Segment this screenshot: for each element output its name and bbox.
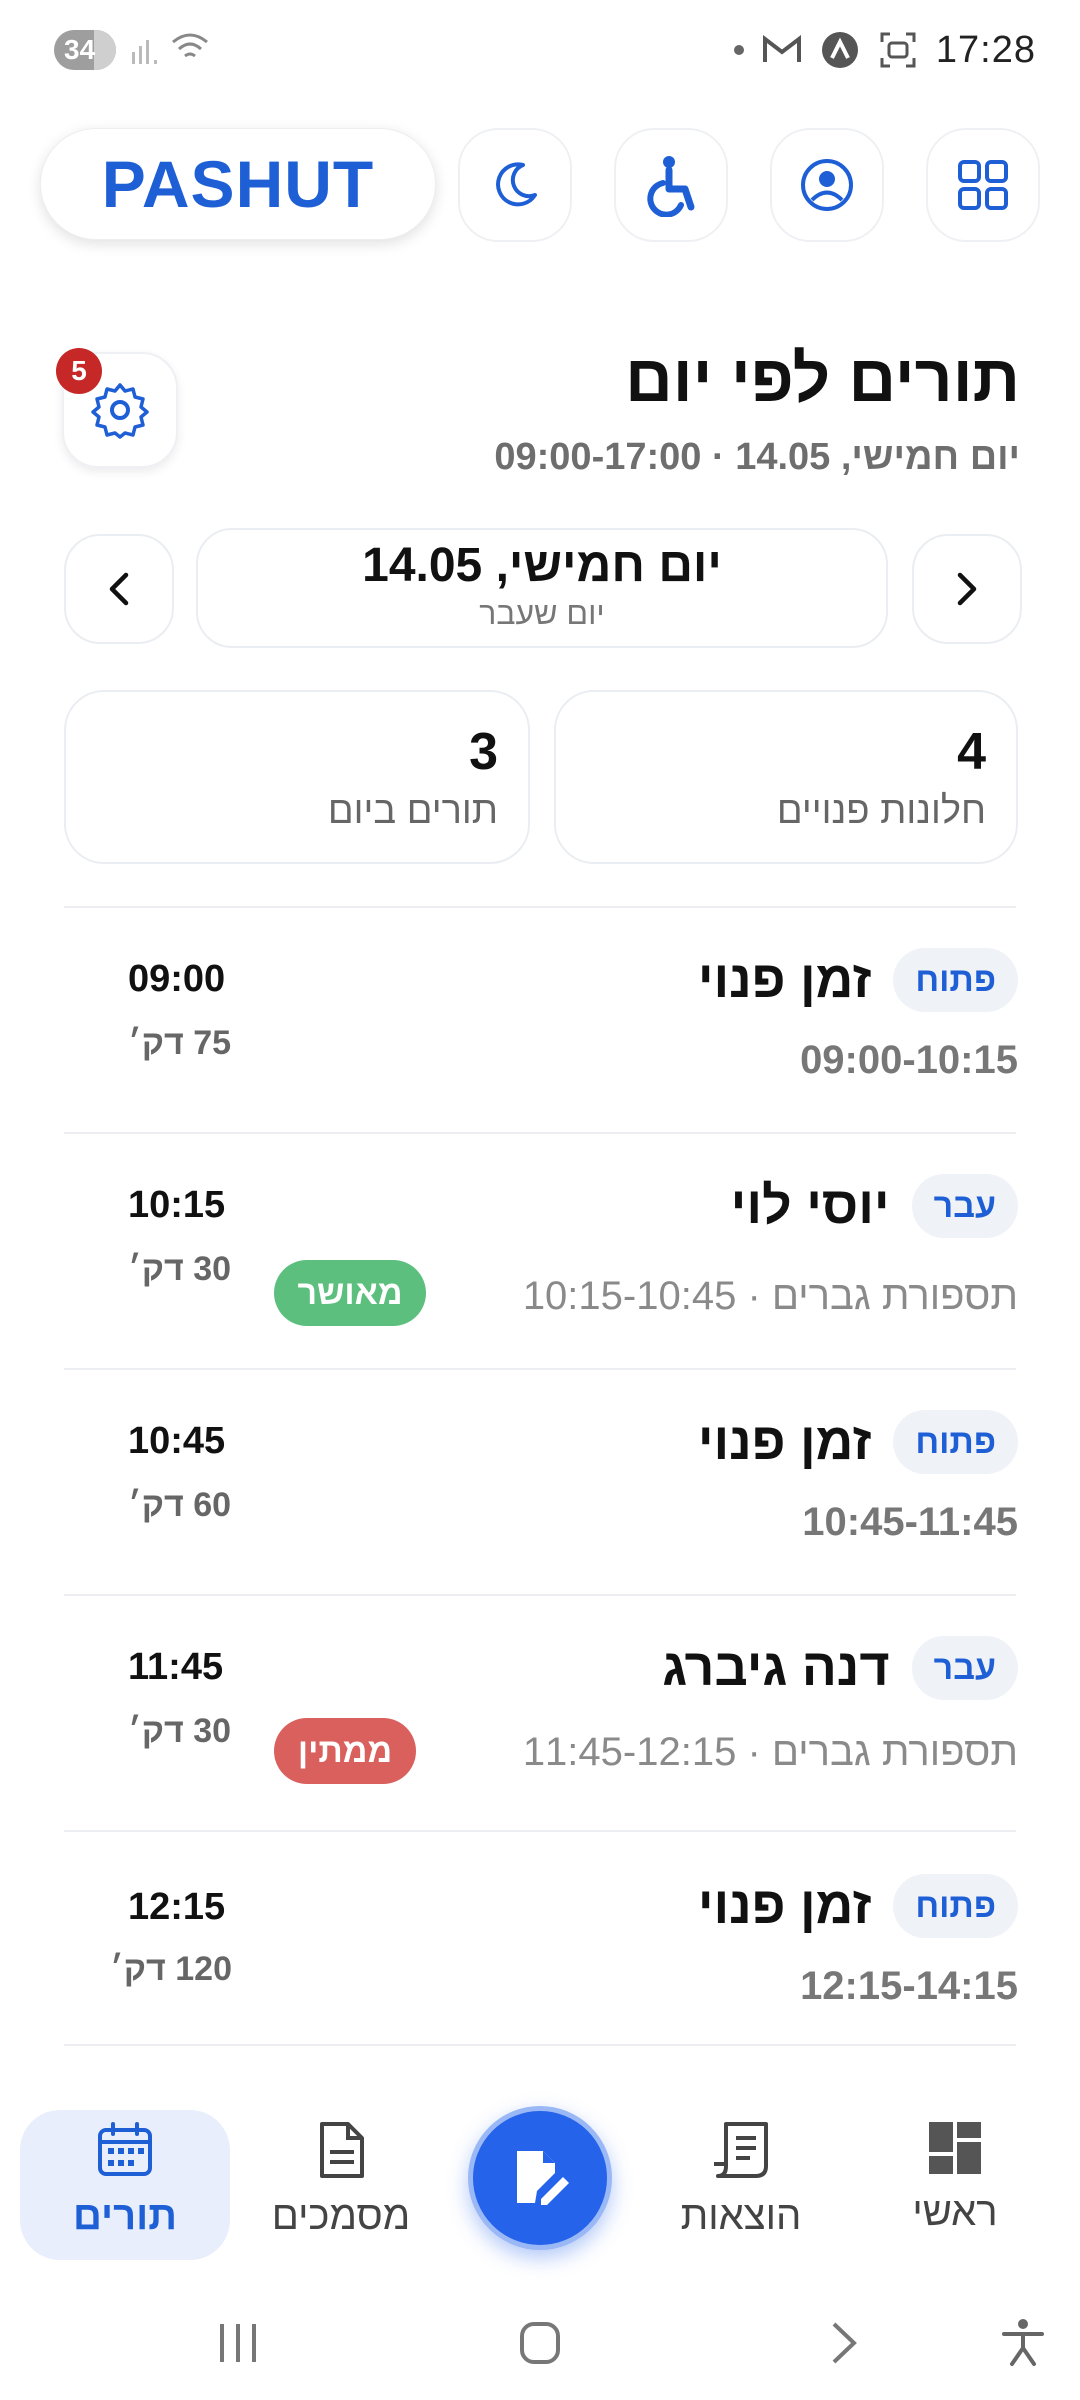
settings-notification-badge: 5 bbox=[56, 348, 102, 394]
slot-time-range: 12:15-14:15 bbox=[800, 1964, 1018, 2008]
stat-value: 4 bbox=[957, 723, 986, 781]
screenshot-icon bbox=[880, 32, 916, 68]
prev-day-button[interactable] bbox=[64, 534, 174, 644]
slot-start-time: 10:15 bbox=[128, 1184, 226, 1226]
page-title: תורים לפי יום bbox=[625, 341, 1020, 415]
grid-icon bbox=[958, 160, 1008, 210]
nav-label: תורים bbox=[73, 2194, 177, 2238]
gear-icon bbox=[91, 383, 149, 439]
nav-appointments[interactable]: תורים bbox=[20, 2110, 230, 2260]
status-badge-approved: מאושר bbox=[274, 1260, 426, 1326]
apps-grid-button[interactable] bbox=[926, 128, 1040, 242]
edit-document-icon bbox=[517, 2151, 569, 2205]
status-badge-pending: ממתין bbox=[274, 1718, 416, 1784]
nav-expenses[interactable]: הוצאות bbox=[636, 2110, 846, 2260]
slot-chip: פתוח bbox=[893, 1410, 1018, 1474]
stat-label: תורים ביום bbox=[327, 790, 498, 832]
back-icon[interactable] bbox=[826, 2318, 862, 2368]
clock: 17:28 bbox=[935, 28, 1036, 71]
date-selector[interactable]: יום חמישי, 14.05 יום שעבר bbox=[196, 528, 888, 648]
slot-row[interactable]: פתוח זמן פנוי 12:15-14:15 12:15 120 דק׳ bbox=[0, 1832, 1080, 2044]
slot-duration: 75 דק׳ bbox=[128, 1024, 232, 1062]
slot-time-range: 10:45-11:45 bbox=[802, 1500, 1018, 1544]
recent-apps-icon[interactable] bbox=[216, 2318, 260, 2368]
moon-icon bbox=[496, 162, 537, 207]
nav-documents[interactable]: מסמכים bbox=[236, 2110, 446, 2260]
slot-duration: 120 דק׳ bbox=[110, 1950, 232, 1988]
slot-start-time: 10:45 bbox=[128, 1420, 226, 1462]
selected-date: יום חמישי, 14.05 bbox=[362, 539, 722, 592]
stat-card-appointments: 3 תורים ביום bbox=[64, 690, 530, 864]
signal-icon bbox=[132, 40, 157, 64]
calendar-icon bbox=[98, 2122, 152, 2176]
slot-row[interactable]: פתוח זמן פנוי 09:00-10:15 09:00 75 דק׳ bbox=[0, 908, 1080, 1132]
slot-row[interactable]: עבר דנה גיברג תספורת גברים · 11:45-12:15… bbox=[0, 1596, 1080, 1830]
stat-value: 3 bbox=[469, 723, 498, 781]
slot-start-time: 11:45 bbox=[128, 1646, 224, 1688]
receipt-icon bbox=[714, 2122, 768, 2178]
logo-text: PASHUT bbox=[101, 147, 375, 221]
next-day-button[interactable] bbox=[912, 534, 1022, 644]
new-document-fab[interactable] bbox=[468, 2106, 612, 2250]
slot-start-time: 12:15 bbox=[128, 1886, 226, 1928]
battery-badge: 34 bbox=[54, 30, 116, 70]
nav-label: ראשי bbox=[912, 2190, 998, 2234]
dashboard-icon bbox=[929, 2122, 981, 2174]
nav-label: מסמכים bbox=[271, 2194, 411, 2238]
slot-title: יוסי לוי bbox=[730, 1177, 890, 1235]
wifi-icon bbox=[172, 33, 208, 58]
slot-duration: 30 דק׳ bbox=[128, 1250, 232, 1288]
notification-dot-icon bbox=[733, 45, 744, 55]
gmail-icon bbox=[762, 35, 801, 62]
stat-label: חלונות פנויים bbox=[776, 790, 986, 832]
slot-title: זמן פנוי bbox=[697, 1877, 872, 1935]
slot-title: דנה גיברג bbox=[662, 1639, 890, 1697]
date-relative-label: יום שעבר bbox=[479, 595, 605, 631]
slot-service-time: תספורת גברים · 11:45-12:15 bbox=[522, 1730, 1018, 1774]
profile-icon bbox=[801, 159, 853, 211]
accessibility-shortcut-icon[interactable] bbox=[1000, 2318, 1046, 2368]
slot-duration: 30 דק׳ bbox=[128, 1712, 232, 1750]
slot-time-range: 09:00-10:15 bbox=[800, 1038, 1018, 1082]
dark-mode-button[interactable] bbox=[458, 128, 572, 242]
nav-home[interactable]: ראשי bbox=[850, 2110, 1060, 2260]
accessibility-button[interactable] bbox=[614, 128, 728, 242]
slot-service-time: תספורת גברים · 10:15-10:45 bbox=[522, 1274, 1018, 1318]
document-icon bbox=[320, 2122, 364, 2178]
slot-chip: עבר bbox=[911, 1174, 1018, 1238]
chevron-left-icon bbox=[109, 572, 129, 606]
stat-card-free-slots: 4 חלונות פנויים bbox=[554, 690, 1018, 864]
page-subtitle: יום חמישי, 14.05 · 09:00-17:00 bbox=[494, 436, 1020, 478]
slot-title: זמן פנוי bbox=[697, 1413, 872, 1471]
system-nav-bar bbox=[0, 2290, 1080, 2400]
accessibility-icon bbox=[647, 156, 695, 217]
slot-title: זמן פנוי bbox=[697, 951, 872, 1009]
slot-chip: פתוח bbox=[893, 948, 1018, 1012]
logo-pill[interactable]: PASHUT bbox=[40, 128, 436, 240]
profile-button[interactable] bbox=[770, 128, 884, 242]
slot-chip: עבר bbox=[911, 1636, 1018, 1700]
nav-label: הוצאות bbox=[680, 2194, 802, 2238]
divider bbox=[64, 2044, 1016, 2046]
slot-row[interactable]: עבר יוסי לוי תספורת גברים · 10:15-10:45 … bbox=[0, 1134, 1080, 1368]
home-icon[interactable] bbox=[518, 2318, 562, 2368]
status-bar: 34 17:28 bbox=[0, 0, 1080, 100]
app-badge-icon bbox=[821, 32, 858, 68]
slot-row[interactable]: פתוח זמן פנוי 10:45-11:45 10:45 60 דק׳ bbox=[0, 1370, 1080, 1594]
slot-start-time: 09:00 bbox=[128, 958, 226, 1000]
slot-chip: פתוח bbox=[893, 1874, 1018, 1938]
chevron-right-icon bbox=[957, 572, 977, 606]
slot-duration: 60 דק׳ bbox=[128, 1486, 232, 1524]
